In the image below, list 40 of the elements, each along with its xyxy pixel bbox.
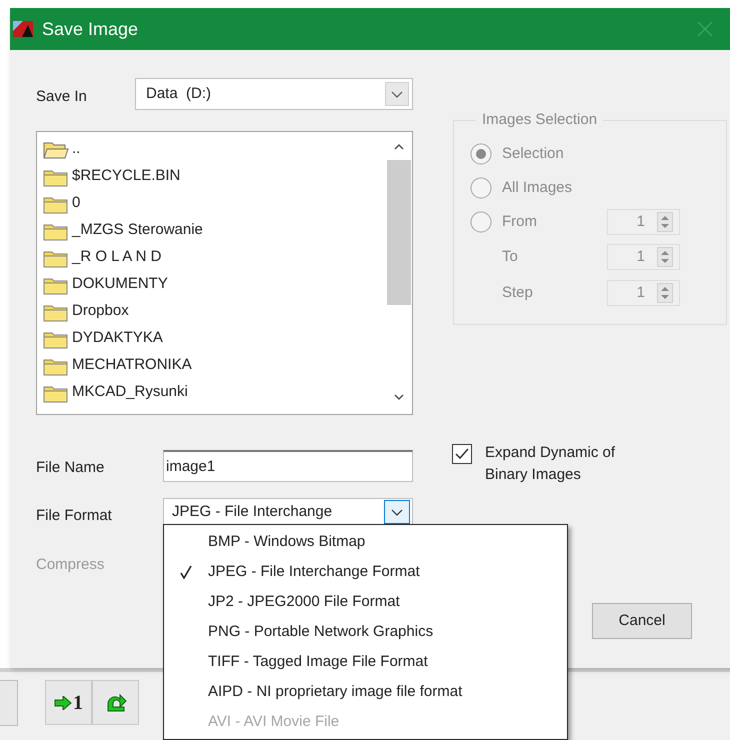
toolbar-button[interactable]: 1 — [45, 680, 92, 725]
field-label: To — [502, 246, 518, 267]
folder-item[interactable]: DOKUMENTY — [43, 271, 386, 298]
radio-label: From — [502, 212, 537, 232]
arrow-icon — [54, 696, 72, 710]
menu-item[interactable]: BMP - Windows Bitmap — [164, 527, 567, 557]
caret-icon — [385, 82, 409, 106]
folder-item[interactable]: DYDAKTYKA — [43, 325, 386, 352]
close-icon[interactable] — [697, 21, 713, 37]
menu-item[interactable]: TIFF - Tagged Image File Format — [164, 647, 567, 677]
scroll-thumb[interactable] — [387, 160, 411, 305]
field-label: Step — [502, 282, 533, 303]
folder-item[interactable]: MKCAD_Rysunki — [43, 379, 386, 406]
format-dropdown[interactable]: JPEG - File Interchange — [163, 498, 413, 526]
field-label: File Name — [36, 458, 106, 478]
menu-item[interactable]: PNG - Portable Network Graphics — [164, 617, 567, 647]
folder-item[interactable]: .. — [43, 136, 386, 163]
folder-item[interactable]: 0 — [43, 190, 386, 217]
checkbox-label: Expand Dynamic of Binary Images — [485, 443, 616, 485]
menu-item[interactable]: JP2 - JPEG2000 File Format — [164, 587, 567, 617]
folder-item[interactable]: _R O L A N D — [43, 244, 386, 271]
toolbar-button[interactable] — [92, 680, 139, 725]
menu-item[interactable]: AIPD - NI proprietary image file format — [164, 677, 567, 707]
app-icon — [12, 19, 34, 39]
window-title: Save Image — [42, 18, 138, 41]
folder-dropdown[interactable]: Data (D:) — [135, 78, 413, 110]
radio-label: All Images — [502, 178, 572, 198]
checkbox[interactable] — [452, 444, 472, 464]
open-folder-icon — [43, 140, 69, 160]
menu-item[interactable]: JPEG - File Interchange Format — [164, 557, 567, 587]
folder-item[interactable]: $RECYCLE.BIN — [43, 163, 386, 190]
folder-item[interactable]: _MZGS Sterowanie — [43, 217, 386, 244]
cancel-button[interactable]: Cancel — [592, 603, 692, 639]
file-name-field[interactable]: image1 — [163, 450, 413, 482]
folder-item[interactable]: Dropbox — [43, 298, 386, 325]
field-label: Save In — [36, 86, 88, 107]
field-label: Compress — [36, 555, 104, 575]
radio-label: Selection — [502, 144, 564, 164]
folder-item[interactable]: MECHATRONIKA — [43, 352, 386, 379]
field-label: File Format — [36, 506, 113, 526]
